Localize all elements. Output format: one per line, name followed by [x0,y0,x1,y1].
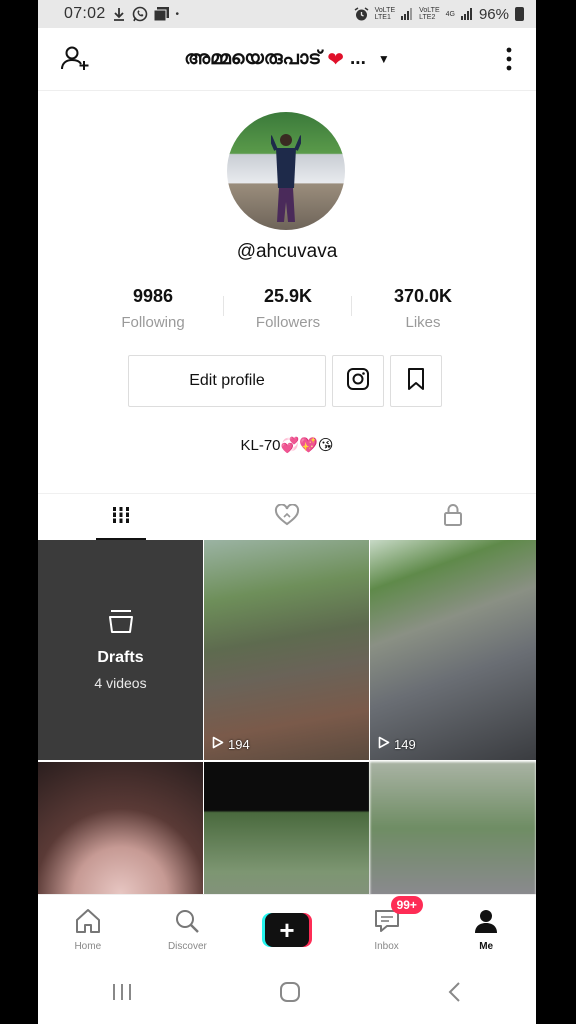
caret-down-icon: ▼ [377,52,390,66]
instagram-icon [346,367,370,396]
net-label: 4G [445,10,455,18]
battery-icon [515,7,524,21]
profile-actions: Edit profile [128,355,442,407]
stat-value: 9986 [132,286,174,306]
nav-label: Inbox [374,941,399,952]
edit-profile-button[interactable]: Edit profile [128,355,326,407]
alarm-icon [354,6,369,22]
heart-icon: ❤ [327,48,345,71]
nav-inbox[interactable]: 99+ Inbox [347,896,427,952]
gallery-icon [153,7,170,21]
lte2-label: VoLTE LTE2 [419,7,440,21]
profile-bio: KL-70💞💖😘 [240,437,334,454]
add-user-icon[interactable] [60,44,90,74]
create-video-button[interactable]: + [261,913,312,947]
profile-stats: 9986 Following 25.9K Followers 370.0K Li… [98,286,478,331]
stat-following[interactable]: 9986 Following [98,286,208,331]
stat-value: 370.0K [393,286,453,306]
stat-divider [223,296,224,316]
search-icon [174,908,200,937]
stat-divider [351,296,352,316]
home-button-icon[interactable] [279,981,301,1008]
nav-create[interactable]: + [247,913,327,947]
play-count: 194 [212,736,250,752]
lte1-label: VoLTE LTE1 [374,7,396,21]
signal1-icon [401,8,413,20]
view-count: 149 [394,736,416,752]
nav-label: Discover [167,941,207,952]
title-ellipsis: ... [350,48,366,69]
profile-tabs [38,493,536,540]
play-icon [378,736,390,752]
lock-icon [443,503,463,532]
stat-likes[interactable]: 370.0K Likes [368,286,478,331]
stat-followers[interactable]: 25.9K Followers [233,286,343,331]
stat-label: Followers [255,314,321,331]
nav-label: Me [479,941,494,952]
status-time: 07:02 [64,5,106,22]
bookmark-icon [406,367,426,396]
account-switcher[interactable]: അമ്മയെരുപാട് ❤ ... ▼ [184,47,390,72]
account-title: അമ്മയെരുപാട് [184,48,322,69]
profile-handle: @ahcuvava [236,241,338,262]
nav-label: Home [74,941,102,952]
video-thumbnail[interactable]: 149 [370,540,536,760]
view-count: 194 [228,736,250,752]
tab-private[interactable] [370,494,536,540]
back-icon[interactable] [447,981,463,1008]
stat-label: Following [121,314,185,331]
more-options-icon[interactable] [504,46,514,72]
bottom-nav: Home Discover + 99+ Inbox Me [38,894,536,965]
profile-icon [473,908,499,937]
tab-videos[interactable] [38,494,204,540]
phone-screen: 07:02 • VoLTE LTE1 VoLTE LTE2 4G 96% അമ്… [38,0,536,1024]
recent-apps-icon[interactable] [111,982,133,1007]
profile-header: അമ്മയെരുപാട് ❤ ... ▼ [38,28,536,91]
notification-dot-icon: • [175,8,180,20]
liked-heart-icon [274,502,300,531]
home-icon [74,908,102,937]
inbox-badge: 99+ [390,896,423,914]
nav-discover[interactable]: Discover [147,908,227,952]
video-thumbnail[interactable]: 194 [204,540,369,760]
grid-icon [111,505,131,530]
tab-liked[interactable] [204,494,370,540]
stat-label: Likes [405,314,441,331]
drafts-tile[interactable]: Drafts 4 videos [38,540,203,760]
plus-icon: + [264,913,309,947]
drafts-title: Drafts [97,648,144,666]
avatar[interactable] [227,112,345,230]
favorites-button[interactable] [390,355,442,407]
avatar-person-figure [271,134,301,222]
play-icon [212,736,224,752]
whatsapp-icon [132,6,148,22]
battery-percent: 96% [478,5,509,23]
instagram-button[interactable] [332,355,384,407]
drafts-count: 4 videos [94,674,147,691]
play-count: 149 [378,736,416,752]
drafts-box-icon [108,609,134,639]
nav-home[interactable]: Home [48,908,128,952]
system-nav-bar [38,964,536,1024]
signal2-icon [460,8,473,20]
nav-me[interactable]: Me [446,908,526,952]
status-bar: 07:02 • VoLTE LTE1 VoLTE LTE2 4G 96% [38,0,536,28]
stat-value: 25.9K [263,286,313,306]
download-icon [112,7,126,21]
